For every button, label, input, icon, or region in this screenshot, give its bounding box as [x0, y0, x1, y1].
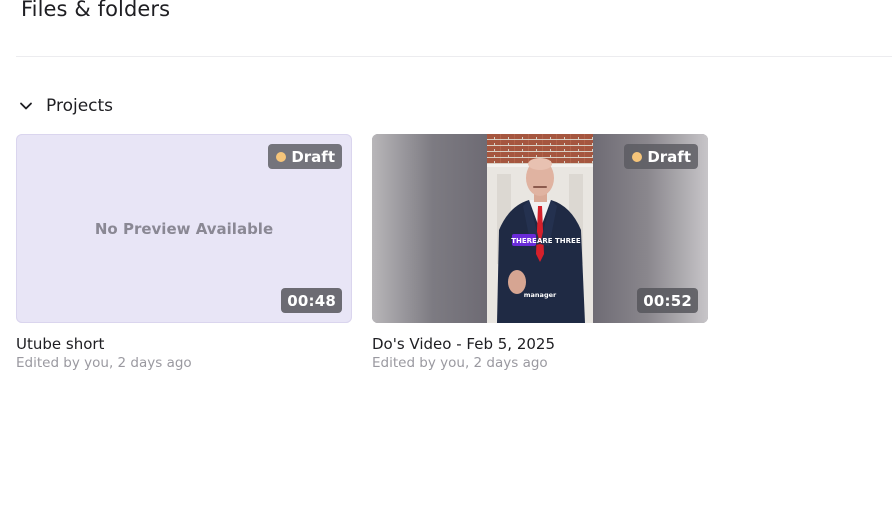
- status-badge: Draft: [268, 144, 342, 169]
- header-divider: [16, 56, 892, 57]
- draft-dot-icon: [276, 151, 287, 162]
- files-page: Files & folders Projects No Preview Avai…: [0, 0, 892, 522]
- status-label: Draft: [647, 147, 691, 166]
- status-badge: Draft: [624, 144, 698, 169]
- project-title[interactable]: Do's Video - Feb 5, 2025: [372, 335, 708, 353]
- caption-highlight: THERE: [511, 237, 537, 245]
- chevron-down-icon[interactable]: [16, 96, 36, 116]
- project-title[interactable]: Utube short: [16, 335, 352, 353]
- project-meta: Edited by you, 2 days ago: [372, 355, 548, 371]
- duration-badge: 00:52: [637, 288, 698, 313]
- video-frame: THERE ARE THREE manager: [487, 134, 593, 323]
- project-card-utube-short[interactable]: No Preview Available Draft 00:48 Utube s…: [16, 134, 352, 371]
- caption-text: ARE THREE: [537, 237, 581, 245]
- section-title: Projects: [46, 96, 114, 116]
- video-still-image: THERE ARE THREE manager: [487, 134, 593, 323]
- project-thumbnail[interactable]: THERE ARE THREE manager Draft 00:52: [372, 134, 708, 323]
- projects-section-toggle[interactable]: Projects: [16, 94, 113, 118]
- draft-dot-icon: [632, 151, 643, 162]
- status-label: Draft: [291, 147, 335, 166]
- page-title: Files & folders: [21, 0, 171, 21]
- project-meta: Edited by you, 2 days ago: [16, 355, 192, 371]
- project-thumbnail[interactable]: No Preview Available Draft 00:48: [16, 134, 352, 323]
- video-subtitle: manager: [524, 291, 557, 299]
- project-card-dos-video[interactable]: THERE ARE THREE manager Draft 00:52 Do's…: [372, 134, 708, 371]
- duration-badge: 00:48: [281, 288, 342, 313]
